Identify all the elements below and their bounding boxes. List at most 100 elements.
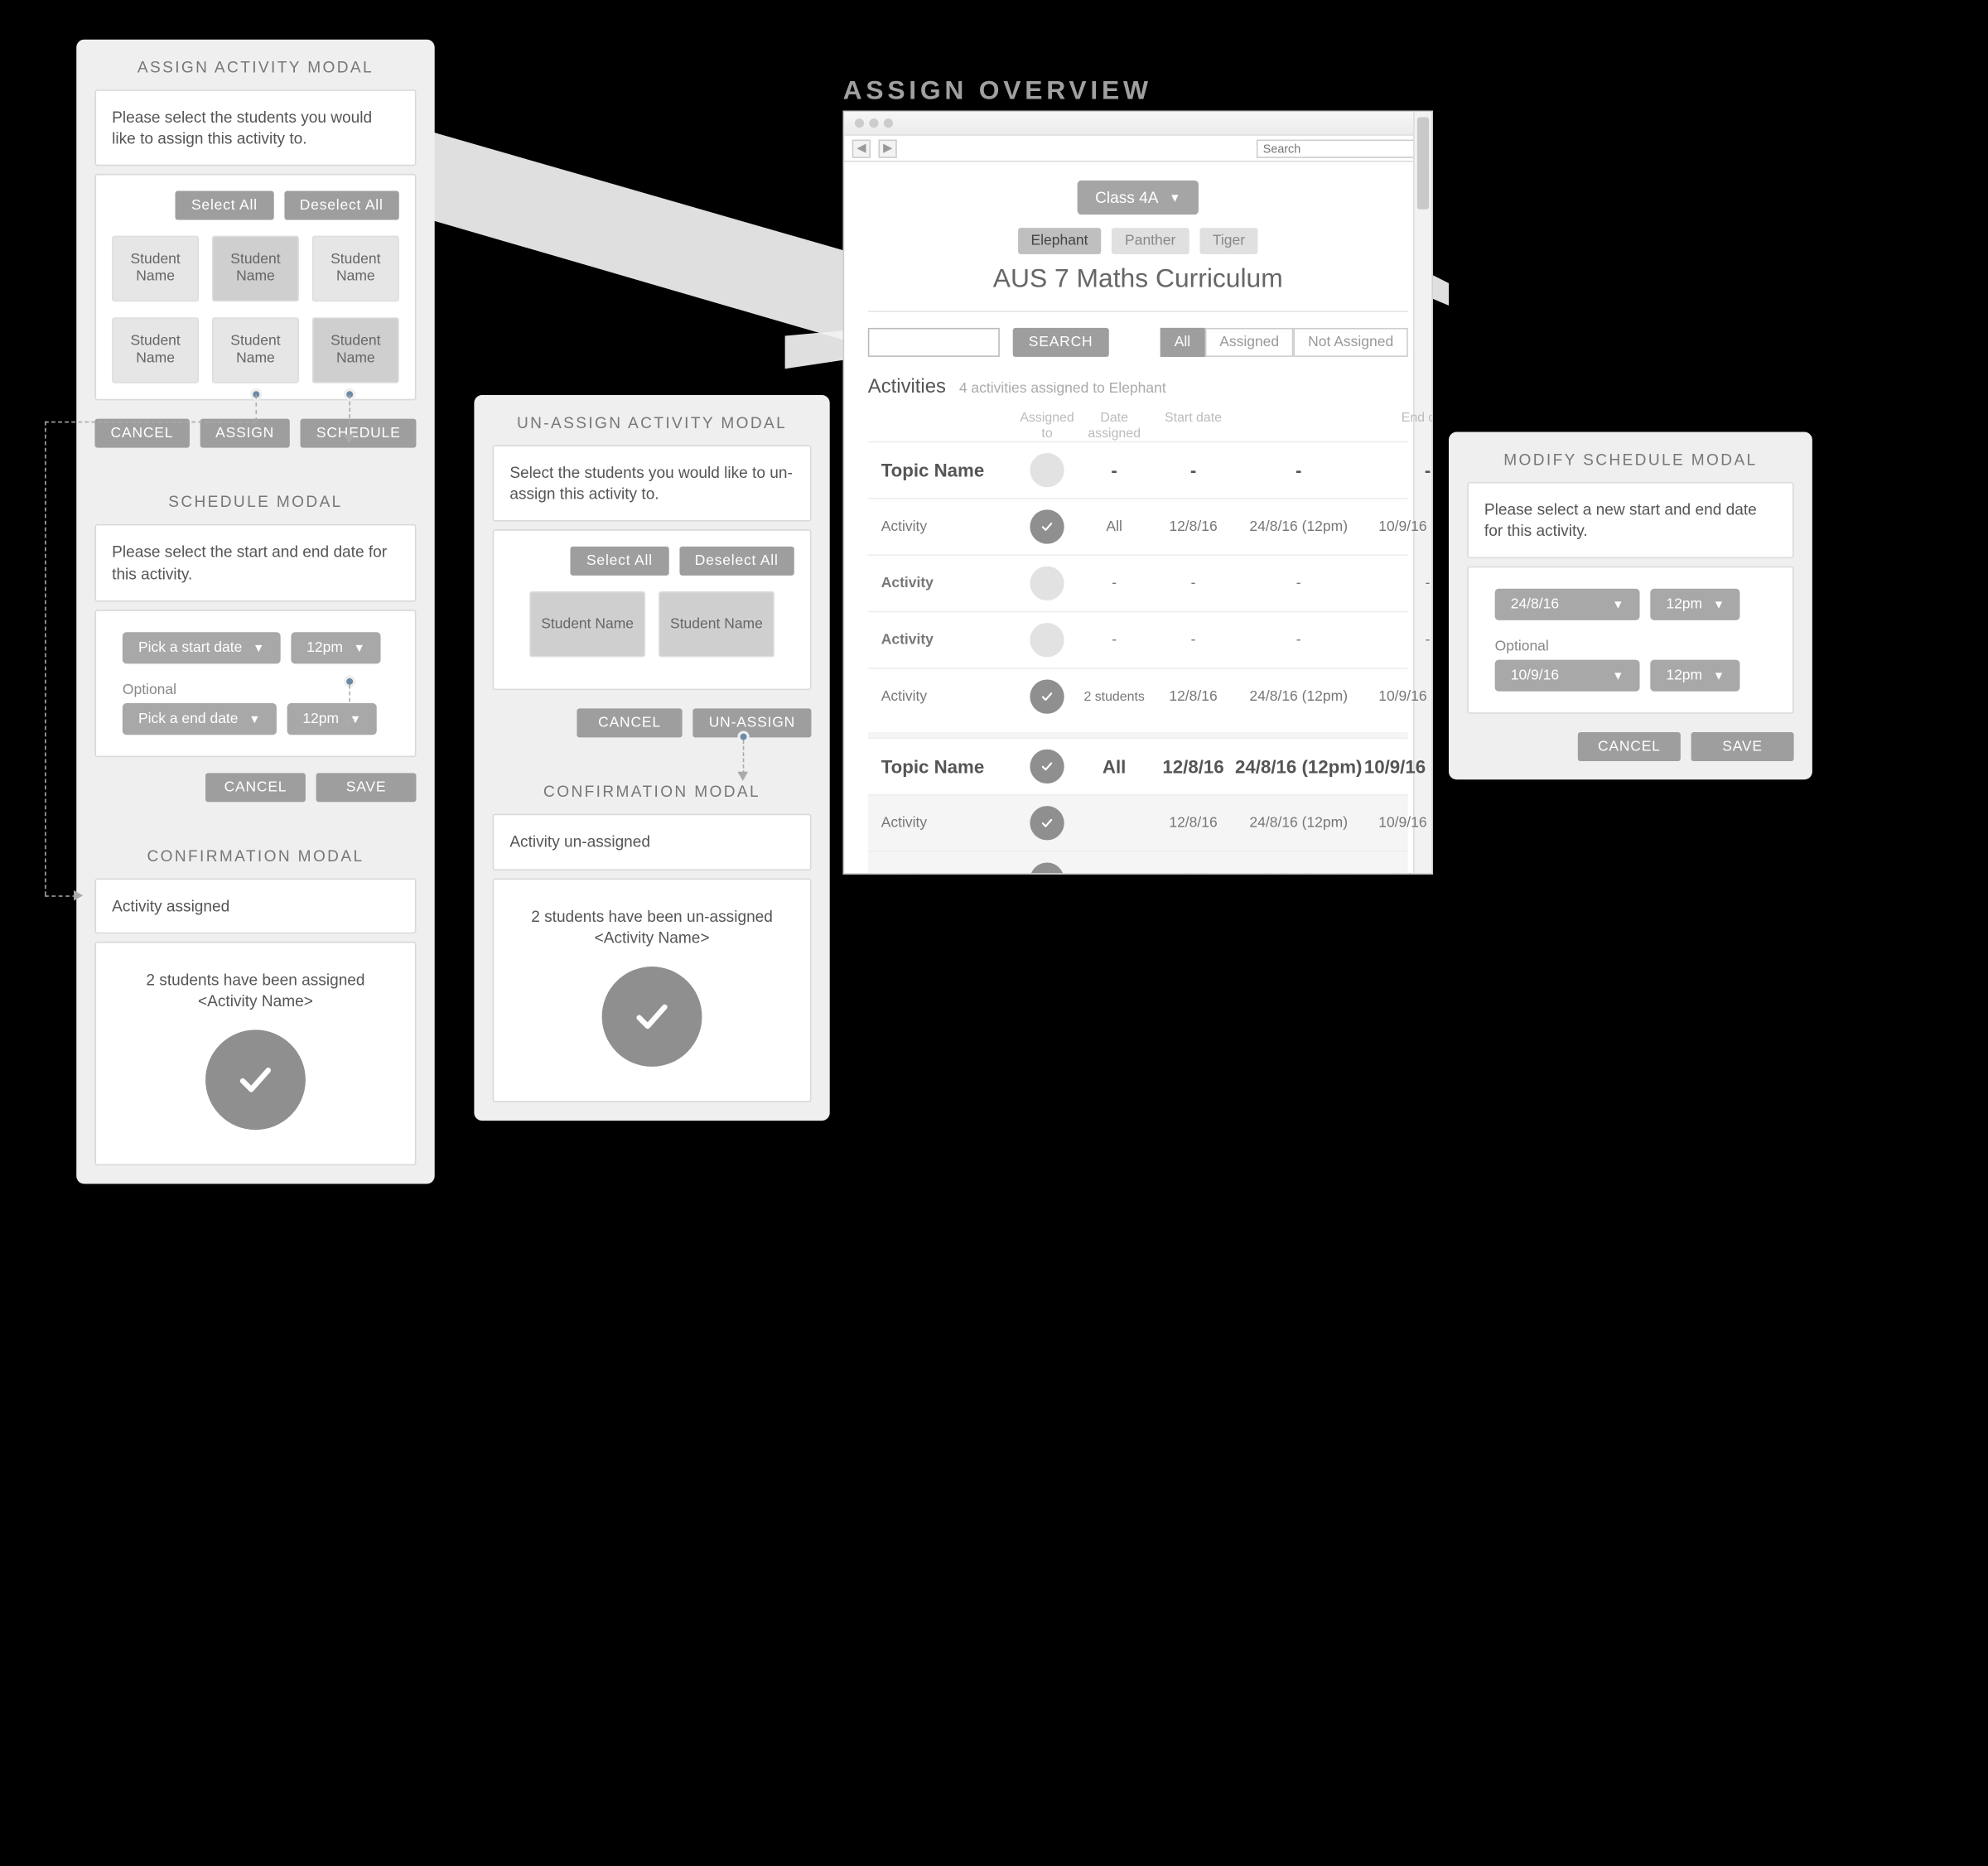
optional-label: Optional	[1495, 639, 1767, 655]
unassign-instruction: Select the students you would like to un…	[509, 462, 794, 504]
cancel-button[interactable]: CANCEL	[1578, 733, 1681, 762]
curriculum-title: AUS 7 Maths Curriculum	[868, 265, 1408, 296]
checked-icon[interactable]	[1030, 679, 1064, 713]
class-dropdown[interactable]: Class 4A▼	[1077, 181, 1199, 215]
check-icon	[205, 1030, 306, 1131]
assign-button[interactable]: ASSIGN	[200, 419, 290, 448]
confirm-assign-title: CONFIRMATION MODAL	[94, 846, 416, 865]
modify-form-box: 24/8/16▼ 12pm▼ Optional 10/9/16▼ 12pm▼	[1467, 567, 1793, 714]
deselect-all-button[interactable]: Deselect All	[679, 547, 794, 576]
search-button[interactable]: SEARCH	[1013, 328, 1109, 357]
browser-search-input[interactable]	[1257, 139, 1424, 157]
window-dot-icon	[869, 118, 878, 128]
confirm-unassign-title: CONFIRMATION MODAL	[493, 783, 812, 801]
schedule-button[interactable]: SCHEDULE	[301, 419, 417, 448]
student-tile[interactable]: Student Name	[312, 236, 399, 302]
assign-activity-panel: ASSIGN ACTIVITY MODAL Please select the …	[76, 40, 434, 1184]
student-tile[interactable]: Student Name	[529, 592, 645, 658]
filter-not-assigned[interactable]: Not Assigned	[1294, 328, 1408, 357]
save-button[interactable]: SAVE	[316, 773, 417, 802]
status-circle[interactable]	[1030, 567, 1064, 600]
flow-line	[45, 422, 46, 895]
arrow-right-icon	[74, 890, 83, 901]
window-dot-icon	[855, 118, 864, 128]
table-row: Activity ----	[868, 611, 1408, 668]
unassign-button[interactable]: UN-ASSIGN	[692, 709, 811, 738]
end-date-dropdown[interactable]: Pick a end date▼	[123, 703, 277, 735]
confirm-assign-heading: Activity assigned	[112, 895, 399, 917]
check-icon	[602, 967, 702, 1067]
window-dot-icon	[884, 118, 893, 128]
student-tile[interactable]: Student Name	[212, 236, 299, 302]
table-row: Activity 12/8/16 24/8/16 (12pm) 10/9/16 …	[868, 794, 1408, 851]
forward-button[interactable]: ▶	[879, 139, 897, 157]
end-time-dropdown[interactable]: 12pm▼	[287, 703, 377, 735]
activities-heading: Activities	[868, 375, 946, 398]
start-time-dropdown[interactable]: 12pm▼	[291, 632, 381, 663]
overview-title: ASSIGN OVERVIEW	[843, 76, 1152, 107]
group-tab-panther[interactable]: Panther	[1112, 228, 1189, 254]
save-button[interactable]: SAVE	[1691, 733, 1794, 762]
confirm-unassign-heading-box: Activity un-assigned	[493, 814, 812, 870]
assign-students-box: Select All Deselect All Student Name Stu…	[94, 174, 416, 400]
schedule-instruction: Please select the start and end date for…	[112, 542, 399, 584]
unassign-modal-title: UN-ASSIGN ACTIVITY MODAL	[493, 413, 812, 432]
status-circle[interactable]	[1030, 453, 1064, 487]
flow-line	[349, 685, 350, 722]
back-button[interactable]: ◀	[852, 139, 871, 157]
assign-instruction-box: Please select the students you would lik…	[94, 89, 416, 166]
activity-search-input[interactable]	[868, 328, 1000, 357]
address-bar: ◀ ▶	[844, 136, 1431, 162]
group-tab-tiger[interactable]: Tiger	[1199, 228, 1258, 254]
end-time-dropdown[interactable]: 12pm▼	[1650, 660, 1740, 692]
cancel-button[interactable]: CANCEL	[205, 773, 306, 802]
flow-line	[45, 422, 255, 423]
arrow-down-icon	[737, 772, 748, 781]
cancel-button[interactable]: CANCEL	[577, 709, 682, 738]
group-tab-elephant[interactable]: Elephant	[1018, 228, 1102, 254]
student-tile[interactable]: Student Name	[112, 236, 199, 302]
activities-table-header: Assigned toDate assignedStart dateEnd da…	[868, 411, 1408, 441]
checked-icon[interactable]	[1030, 862, 1064, 873]
schedule-instruction-box: Please select the start and end date for…	[94, 524, 416, 601]
unassign-panel: UN-ASSIGN ACTIVITY MODAL Select the stud…	[474, 395, 829, 1121]
table-row: Topic Name All 12/8/16 24/8/16 (12pm) 10…	[868, 737, 1408, 793]
student-tile[interactable]: Student Name	[659, 592, 774, 658]
table-row: Activity 2 students 12/8/16 24/8/16 (12p…	[868, 668, 1408, 724]
arrow-down-icon	[344, 719, 355, 728]
table-row: Activity ----	[868, 554, 1408, 610]
start-time-dropdown[interactable]: 12pm▼	[1650, 589, 1740, 620]
checked-icon[interactable]	[1030, 750, 1064, 784]
browser-titlebar	[844, 112, 1431, 136]
divider	[868, 311, 1408, 312]
confirm-unassign-body-box: 2 students have been un-assigned <Activi…	[493, 878, 812, 1102]
select-all-button[interactable]: Select All	[571, 547, 668, 576]
confirm-assign-body: 2 students have been assigned <Activity …	[114, 969, 396, 1011]
start-date-dropdown[interactable]: Pick a start date▼	[123, 632, 280, 663]
schedule-modal-title: SCHEDULE MODAL	[94, 493, 416, 511]
checked-icon[interactable]	[1030, 509, 1064, 543]
modify-schedule-panel: MODIFY SCHEDULE MODAL Please select a ne…	[1449, 432, 1812, 780]
flow-line	[255, 395, 257, 422]
arrow-down-icon	[344, 435, 355, 444]
checked-icon[interactable]	[1030, 806, 1064, 840]
student-tile[interactable]: Student Name	[312, 318, 399, 384]
student-tile[interactable]: Student Name	[212, 318, 299, 384]
activities-subheading: 4 activities assigned to Elephant	[959, 381, 1166, 397]
assign-modal-title: ASSIGN ACTIVITY MODAL	[94, 58, 416, 76]
modify-instruction: Please select a new start and end date f…	[1484, 499, 1777, 542]
status-circle[interactable]	[1030, 623, 1064, 657]
filter-all[interactable]: All	[1160, 328, 1204, 357]
modify-instruction-box: Please select a new start and end date f…	[1467, 482, 1793, 559]
start-date-dropdown[interactable]: 24/8/16▼	[1495, 589, 1640, 620]
cancel-button[interactable]: CANCEL	[94, 419, 189, 448]
deselect-all-button[interactable]: Deselect All	[284, 191, 399, 220]
confirm-assign-heading-box: Activity assigned	[94, 878, 416, 933]
filter-assigned[interactable]: Assigned	[1205, 328, 1294, 357]
table-row: Activity All 12/8/16 24/8/16 (12pm) 10/9…	[868, 498, 1408, 554]
student-tile[interactable]: Student Name	[112, 318, 199, 384]
end-date-dropdown[interactable]: 10/9/16▼	[1495, 660, 1640, 692]
select-all-button[interactable]: Select All	[176, 191, 273, 220]
flow-line	[349, 395, 350, 437]
unassign-instruction-box: Select the students you would like to un…	[493, 445, 812, 522]
